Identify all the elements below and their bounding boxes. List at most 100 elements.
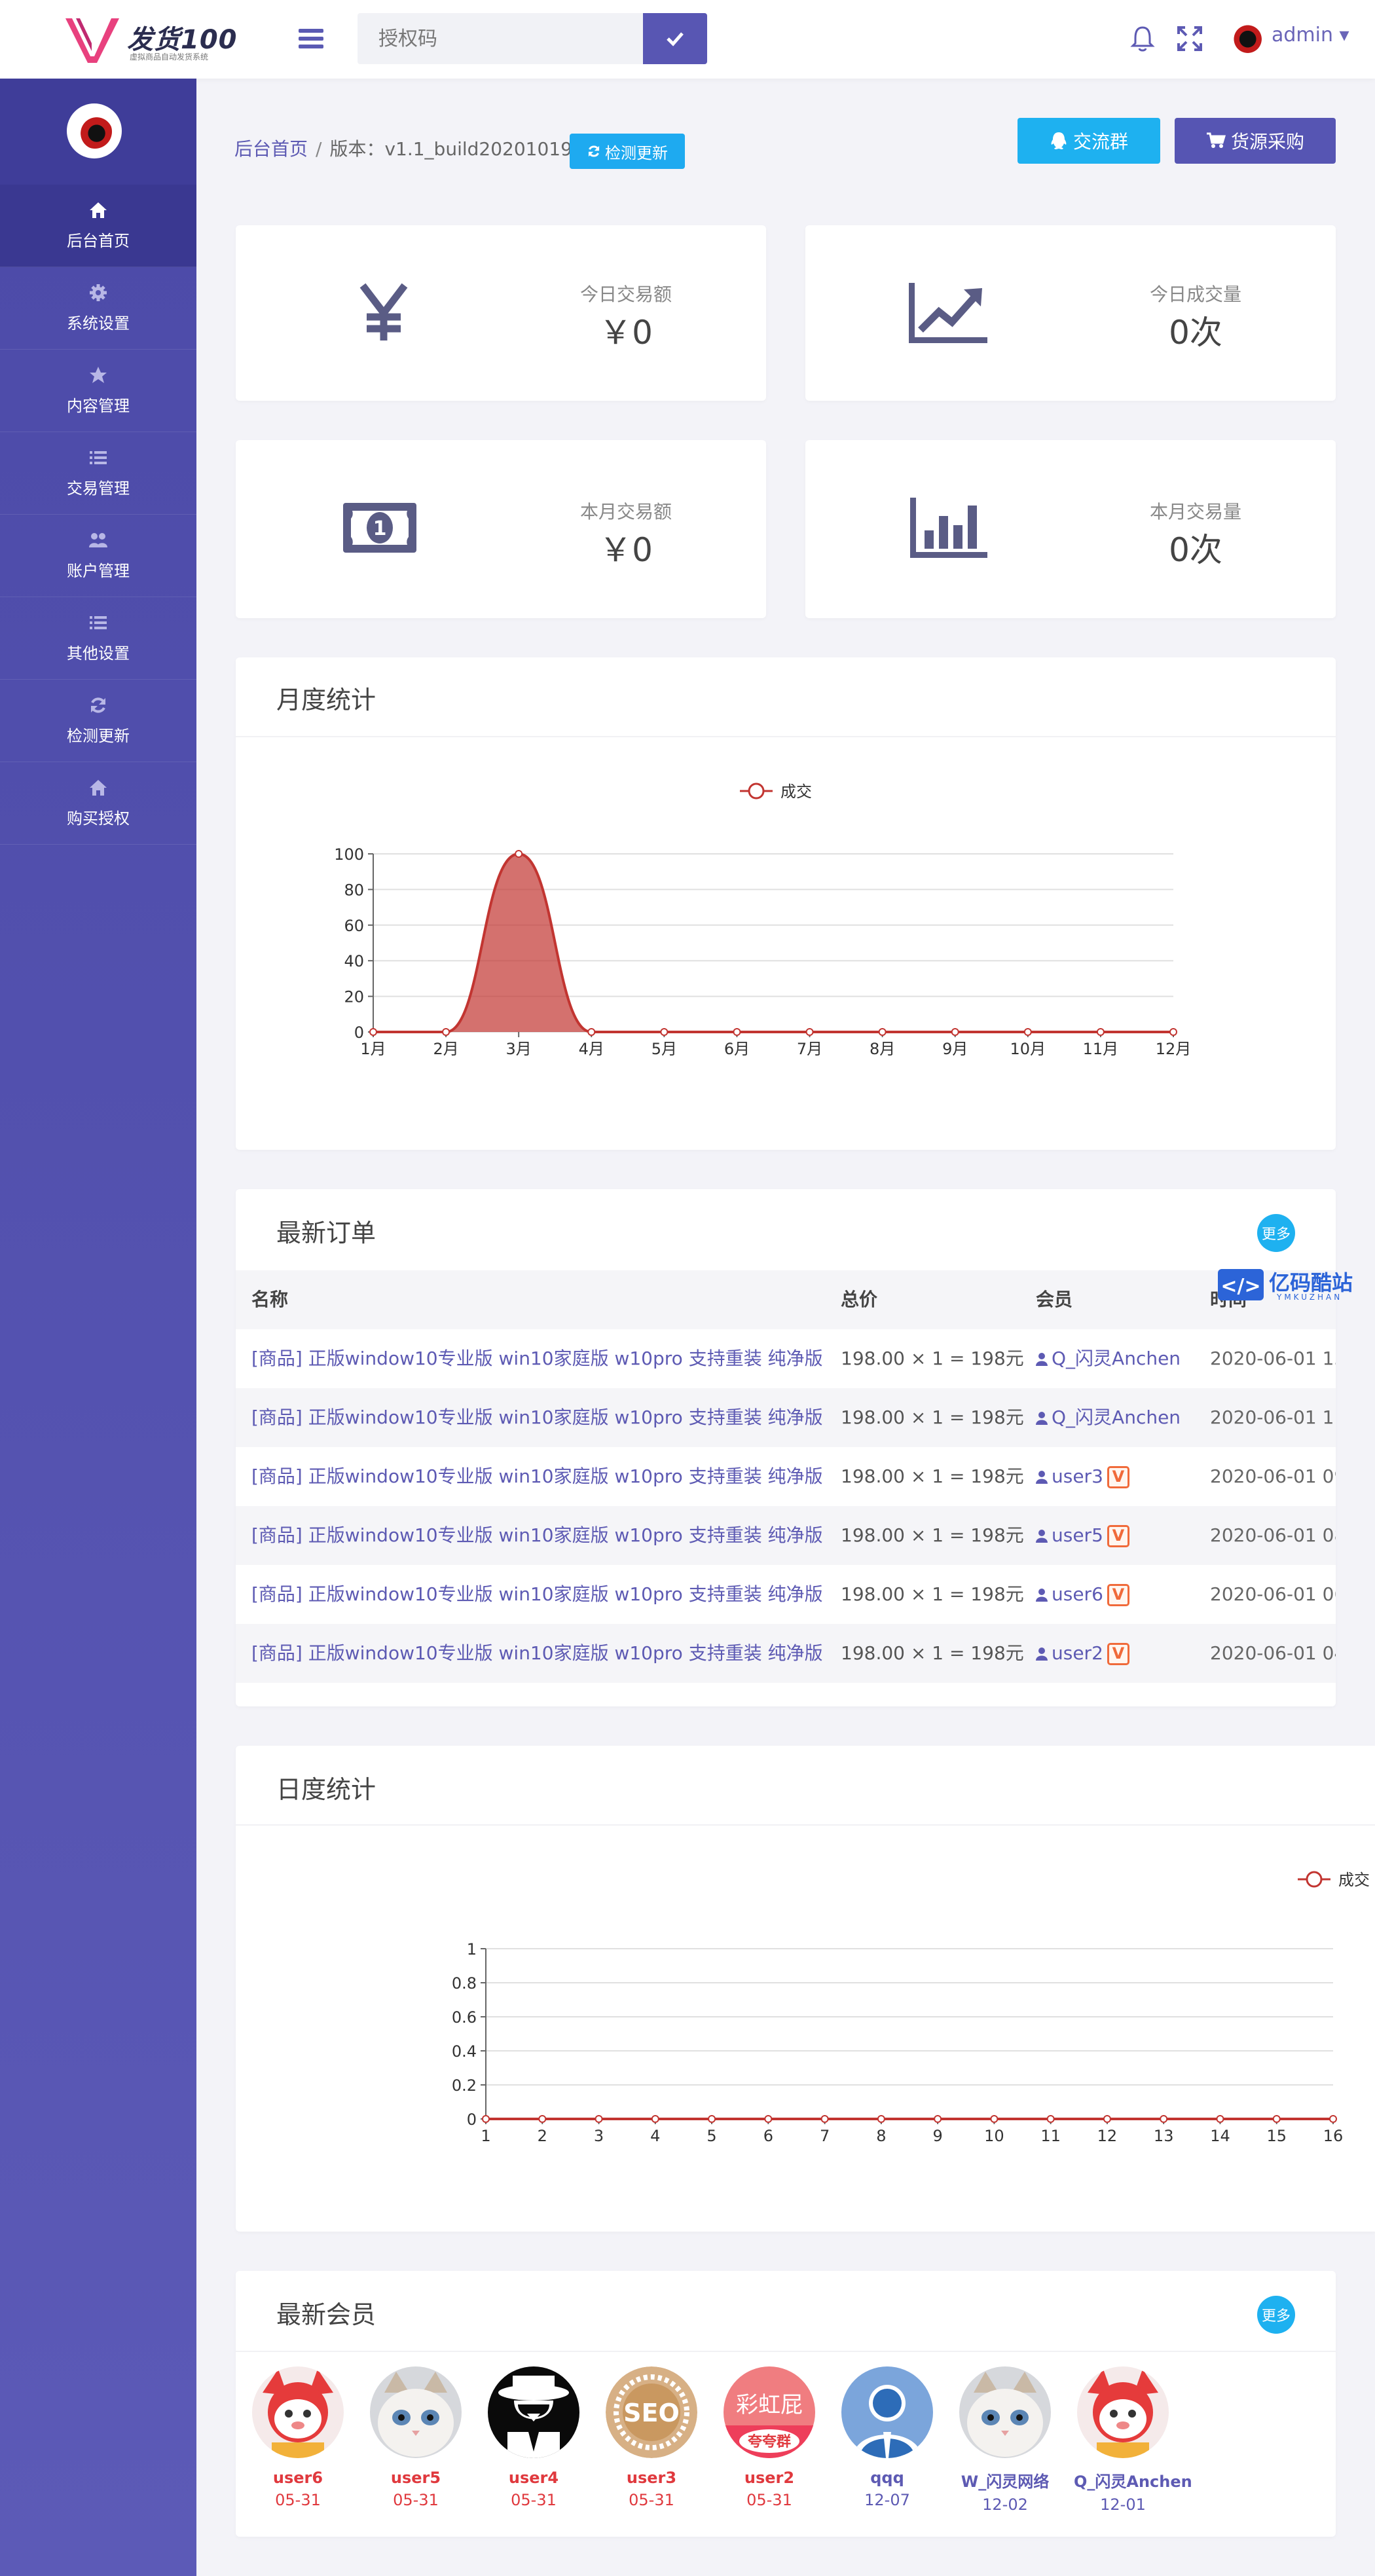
member-card[interactable]: 彩虹屁 夸夸群 user2 05-31 (720, 2366, 818, 2509)
home-icon (90, 780, 107, 796)
member-name: user2 (1052, 1642, 1103, 1664)
member-avatar (959, 2366, 1051, 2458)
home-icon (90, 202, 107, 218)
sidebar-item-system-settings[interactable]: 系统设置 (0, 267, 196, 350)
order-member[interactable]: Q_闪灵Anchen (1036, 1388, 1200, 1447)
data-point (1160, 2115, 1168, 2123)
cat-avatar-icon (959, 2366, 1051, 2458)
y-tick-label: 0 (467, 2110, 477, 2129)
sidebar-item-check-update[interactable]: 检测更新 (0, 680, 196, 762)
anonymous-avatar-icon (488, 2366, 579, 2458)
logo[interactable]: 发货100 虚拟商品自动发货系统 (65, 14, 242, 64)
orders-more-button[interactable]: 更多 (1257, 1214, 1295, 1252)
y-tick-label: 0.2 (452, 2076, 477, 2095)
svg-text:彩虹屁: 彩虹屁 (736, 2392, 803, 2418)
data-point (1046, 2115, 1055, 2123)
sidebar-item-buy-license[interactable]: 购买授权 (0, 762, 196, 845)
user-icon (1036, 1412, 1048, 1425)
order-name-link[interactable]: [商品] 正版window10专业版 win10家庭版 w10pro 支持重装 … (251, 1329, 828, 1388)
sidebar-nav: 后台首页 系统设置 内容管理 交易管理 账户管理 其他设置 检测更新 购买授权 (0, 185, 196, 845)
x-tick-label: 1 (481, 2127, 490, 2145)
sidebar-item-label: 内容管理 (67, 397, 130, 415)
member-card[interactable]: W_闪灵网络 12-02 (956, 2366, 1054, 2514)
admin-avatar[interactable] (1228, 20, 1264, 55)
sidebar-item-accounts[interactable]: 账户管理 (0, 515, 196, 597)
bell-icon[interactable] (1128, 24, 1158, 54)
sidebar-item-other-settings[interactable]: 其他设置 (0, 597, 196, 680)
panel-title: 日度统计 (276, 1775, 376, 1804)
refresh-icon (91, 697, 105, 713)
member-date: 05-31 (393, 2491, 439, 2509)
logo-mark-icon (65, 18, 119, 63)
check-update-button[interactable]: 检测更新 (570, 134, 685, 169)
sidebar-item-label: 其他设置 (67, 644, 130, 663)
svg-text:SEO: SEO (623, 2399, 680, 2427)
monthly-chart: 成交 0 20 40 60 80 100 1月 2月 3月 4月 5月 6月 7月 8月 9月 10月 11月 12… (334, 782, 1191, 1058)
cat-avatar-icon (370, 2366, 462, 2458)
data-point (538, 2115, 547, 2123)
list-icon (90, 451, 107, 464)
purchase-button[interactable]: 货源采购 (1175, 118, 1336, 164)
member-name: user5 (1052, 1524, 1103, 1546)
license-code-input[interactable] (358, 13, 643, 64)
top-bar: 发货100 虚拟商品自动发货系统 admin ▾ (0, 0, 1375, 79)
order-member[interactable]: Q_闪灵Anchen (1036, 1329, 1200, 1388)
x-tick-label: 5月 (651, 1040, 677, 1058)
gear-icon (90, 284, 107, 301)
y-tick-label: 1 (467, 1940, 477, 1959)
fullscreen-icon[interactable] (1175, 24, 1205, 54)
admin-user-menu[interactable]: admin ▾ (1272, 24, 1349, 46)
user-icon (1036, 1647, 1048, 1661)
sidebar-item-transactions[interactable]: 交易管理 (0, 432, 196, 515)
data-point (1169, 1028, 1177, 1036)
sidebar-item-home[interactable]: 后台首页 (0, 185, 196, 267)
legend-marker (748, 782, 765, 800)
member-card[interactable]: user5 05-31 (367, 2366, 465, 2509)
order-member[interactable]: user2 V (1036, 1624, 1200, 1683)
y-tick-label: 80 (344, 881, 364, 899)
panel-title: 最新订单 (276, 1219, 376, 1247)
search-submit-button[interactable] (643, 13, 707, 64)
member-date: 12-07 (864, 2491, 910, 2509)
stat-label: 今日成交量 (1149, 284, 1241, 305)
order-name-link[interactable]: [商品] 正版window10专业版 win10家庭版 w10pro 支持重装 … (251, 1447, 828, 1506)
order-name-link[interactable]: [商品] 正版window10专业版 win10家庭版 w10pro 支持重装 … (251, 1388, 828, 1447)
sidebar-item-label: 交易管理 (67, 479, 130, 498)
member-date: 05-31 (629, 2491, 674, 2509)
order-name-link[interactable]: [商品] 正版window10专业版 win10家庭版 w10pro 支持重装 … (251, 1624, 828, 1683)
order-name-link[interactable]: [商品] 正版window10专业版 win10家庭版 w10pro 支持重装 … (251, 1506, 828, 1565)
menu-toggle-icon[interactable] (299, 29, 323, 48)
x-tick-label: 9月 (942, 1040, 968, 1058)
member-card[interactable]: user6 05-31 (249, 2366, 347, 2509)
breadcrumb-home-link[interactable]: 后台首页 (234, 138, 308, 160)
member-card[interactable]: user4 05-31 (485, 2366, 583, 2509)
member-name: user6 (1052, 1583, 1103, 1605)
order-member[interactable]: user6 V (1036, 1565, 1200, 1624)
group-chat-button[interactable]: 交流群 (1018, 118, 1160, 164)
x-tick-label: 3月 (506, 1040, 532, 1058)
member-name: Q_闪灵Anchen (1052, 1407, 1181, 1428)
members-more-button[interactable]: 更多 (1257, 2296, 1295, 2334)
member-card[interactable]: qqq 12-07 (838, 2366, 936, 2509)
member-card[interactable]: SEO user3 05-31 (602, 2366, 701, 2509)
sidebar-item-content[interactable]: 内容管理 (0, 350, 196, 432)
sidebar-avatar[interactable] (67, 103, 122, 158)
data-point (708, 2115, 716, 2123)
legend-label: 成交 (780, 782, 812, 801)
y-tick-label: 20 (344, 988, 364, 1006)
order-name-link[interactable]: [商品] 正版window10专业版 win10家庭版 w10pro 支持重装 … (251, 1565, 828, 1624)
order-member[interactable]: user3 V (1036, 1447, 1200, 1506)
member-card[interactable]: Q_闪灵Anchen 12-01 (1074, 2366, 1192, 2514)
x-tick-label: 14 (1210, 2127, 1230, 2145)
refresh-icon (588, 145, 600, 157)
sidebar-profile (0, 79, 196, 185)
member-avatar (370, 2366, 462, 2458)
watermark-logo: </> 亿码酷站 YMKUZHAN (1218, 1265, 1355, 1304)
table-row: [商品] 正版window10专业版 win10家庭版 w10pro 支持重装 … (236, 1506, 1336, 1565)
order-time: 2020-06-01 04 (1210, 1642, 1336, 1664)
logo-subtitle: 虚拟商品自动发货系统 (130, 52, 209, 62)
data-point (1096, 1028, 1105, 1036)
order-member[interactable]: user5 V (1036, 1506, 1200, 1565)
stat-value: ￥0 (599, 531, 653, 569)
y-tick-label: 60 (344, 917, 364, 935)
